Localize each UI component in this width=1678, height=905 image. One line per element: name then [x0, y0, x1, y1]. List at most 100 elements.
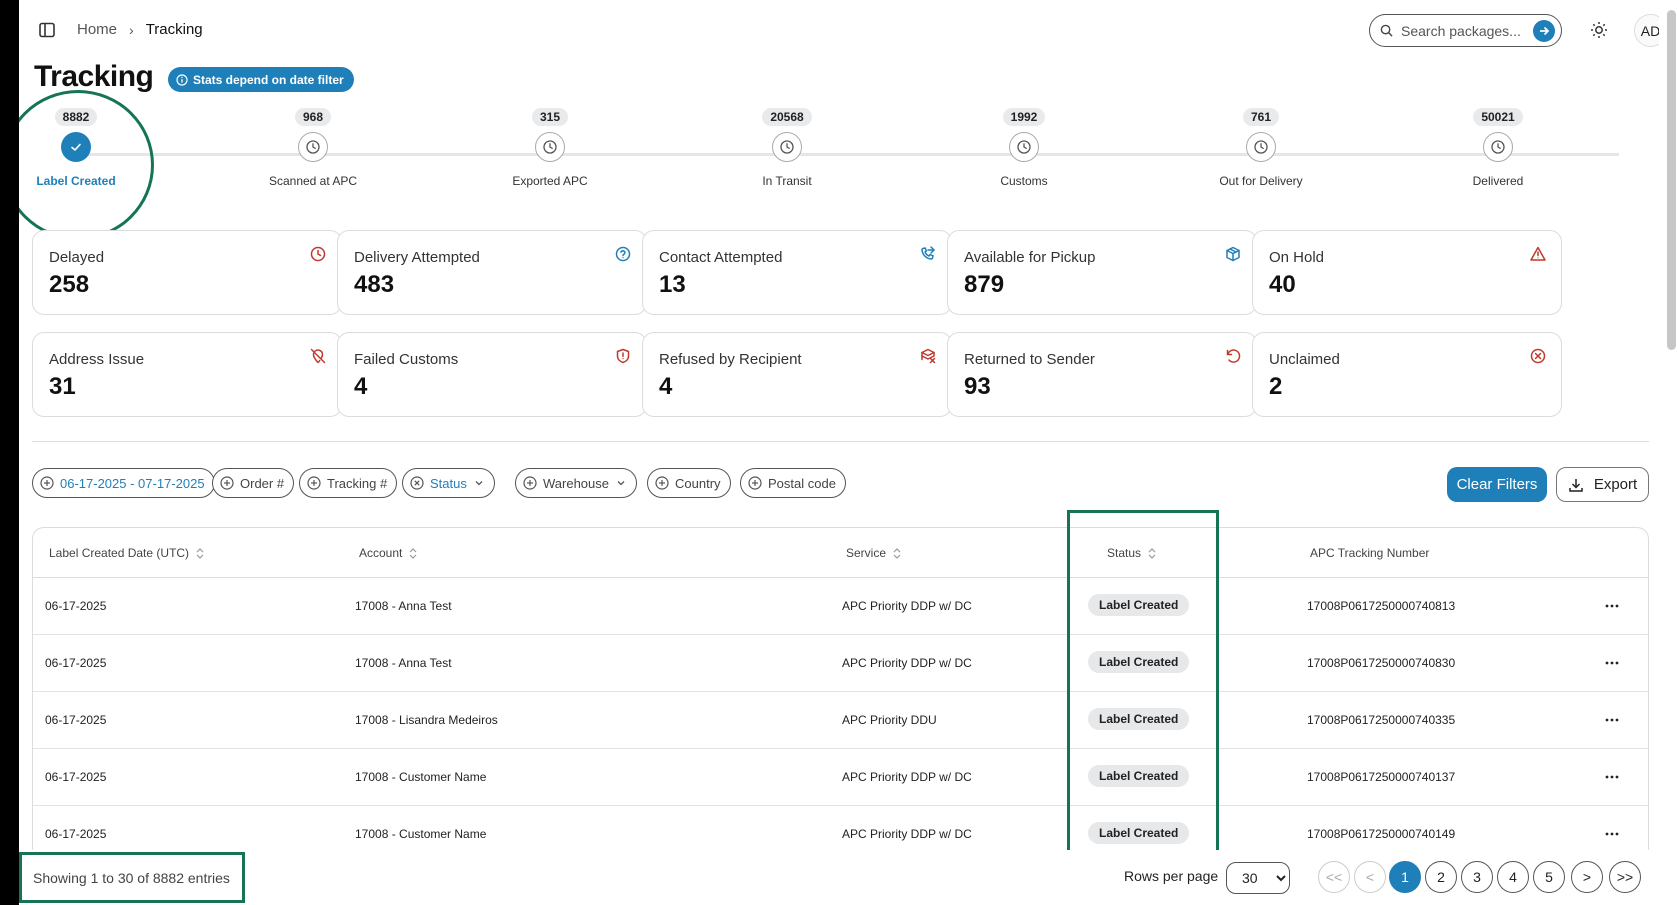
first-page-button[interactable]: << [1318, 861, 1350, 893]
stat-card-value: 258 [49, 271, 90, 298]
status-badge: Label Created [1088, 594, 1190, 616]
col-label-created-date[interactable]: Label Created Date (UTC) [49, 546, 205, 560]
postal-code-filter[interactable]: Postal code [740, 468, 846, 498]
col-label-created-date-text: Label Created Date (UTC) [49, 546, 190, 560]
info-icon [176, 73, 188, 86]
tracking-filter[interactable]: Tracking # [299, 468, 398, 498]
phone-forwarded-icon [919, 245, 937, 263]
status-filter[interactable]: Status [402, 468, 495, 498]
stat-card-value: 93 [964, 373, 991, 400]
step-scanned-at-apc[interactable]: 968 Scanned at APC [243, 108, 383, 188]
date-range-filter[interactable]: 06-17-2025 - 07-17-2025 [32, 468, 215, 498]
country-filter[interactable]: Country [647, 468, 731, 498]
table-row[interactable]: 06-17-2025 17008 - Customer Name APC Prior… [33, 749, 1648, 806]
shipments-table: Label Created Date (UTC) Account Service… [32, 527, 1649, 905]
help-circle-icon [614, 245, 632, 263]
breadcrumb: Home › Tracking [77, 21, 203, 38]
step-indicator[interactable] [298, 132, 328, 162]
step-label: Exported APC [512, 174, 588, 188]
app-window: Home › Tracking AD Tracking Stats depend… [19, 0, 1659, 905]
step-exported-apc[interactable]: 315 Exported APC [480, 108, 620, 188]
clear-filters-button[interactable]: Clear Filters [1447, 467, 1547, 502]
shield-alert-icon [614, 347, 632, 365]
step-indicator[interactable] [61, 132, 91, 162]
step-indicator[interactable] [1009, 132, 1039, 162]
col-status[interactable]: Status [1107, 546, 1157, 560]
stat-card-value: 4 [659, 373, 673, 400]
stat-card-title: Delivery Attempted [354, 249, 480, 266]
cell-account: 17008 - Customer Name [355, 770, 487, 784]
next-page-button[interactable]: > [1571, 861, 1603, 893]
clock-icon [780, 140, 794, 154]
cell-service: APC Priority DDP w/ DC [842, 770, 972, 784]
step-indicator[interactable] [1246, 132, 1276, 162]
stat-card-available-for-pickup[interactable]: Available for Pickup 879 [947, 230, 1257, 315]
stat-card-address-issue[interactable]: Address Issue 31 [32, 332, 342, 417]
step-label-created[interactable]: 8882 Label Created [19, 108, 146, 188]
cell-account: 17008 - Customer Name [355, 827, 487, 841]
sort-icon [409, 547, 417, 559]
row-actions-more-icon[interactable] [1602, 826, 1622, 842]
clear-x-circle-icon[interactable] [410, 476, 424, 490]
table-row[interactable]: 06-17-2025 17008 - Anna Test APC Priority … [33, 578, 1648, 635]
stat-card-failed-customs[interactable]: Failed Customs 4 [337, 332, 647, 417]
search-input[interactable] [1401, 22, 1529, 39]
cell-account: 17008 - Lisandra Medeiros [355, 713, 498, 727]
page-1-button[interactable]: 1 [1389, 861, 1421, 893]
row-actions-more-icon[interactable] [1602, 598, 1622, 614]
stat-card-value: 879 [964, 271, 1005, 298]
step-indicator[interactable] [1483, 132, 1513, 162]
date-range-value: 06-17-2025 - 07-17-2025 [60, 475, 205, 491]
cell-tracking-number: 17008P0617250000740335 [1307, 713, 1456, 727]
page-3-button[interactable]: 3 [1461, 861, 1493, 893]
row-actions-more-icon[interactable] [1602, 655, 1622, 671]
sort-icon [1148, 547, 1156, 559]
map-pin-off-icon [309, 347, 327, 365]
step-count: 968 [294, 108, 332, 126]
table-row[interactable]: 06-17-2025 17008 - Anna Test APC Priority … [33, 635, 1648, 692]
step-delivered[interactable]: 50021 Delivered [1428, 108, 1568, 188]
col-apc-tracking-number: APC Tracking Number [1310, 546, 1429, 560]
step-indicator[interactable] [772, 132, 802, 162]
step-count: 315 [531, 108, 569, 126]
plus-circle-icon [655, 476, 669, 490]
page-4-button[interactable]: 4 [1497, 861, 1529, 893]
clock-icon [543, 140, 557, 154]
stat-card-delivery-attempted[interactable]: Delivery Attempted 483 [337, 230, 647, 315]
stat-card-delayed[interactable]: Delayed 258 [32, 230, 342, 315]
table-row[interactable]: 06-17-2025 17008 - Lisandra Medeiros APC P… [33, 692, 1648, 749]
breadcrumb-home[interactable]: Home [77, 21, 117, 38]
col-service[interactable]: Service [846, 546, 902, 560]
stat-card-unclaimed[interactable]: Unclaimed 2 [1252, 332, 1562, 417]
page-2-button[interactable]: 2 [1425, 861, 1457, 893]
step-in-transit[interactable]: 20568 In Transit [717, 108, 857, 188]
rows-per-page-select[interactable]: 103050100 [1226, 862, 1290, 894]
row-actions-more-icon[interactable] [1602, 712, 1622, 728]
stat-card-contact-attempted[interactable]: Contact Attempted 13 [642, 230, 952, 315]
stat-card-refused-by-recipient[interactable]: Refused by Recipient 4 [642, 332, 952, 417]
warehouse-filter[interactable]: Warehouse [515, 468, 637, 498]
col-account[interactable]: Account [359, 546, 418, 560]
theme-toggle-sun-icon[interactable] [1589, 20, 1609, 40]
step-out-for-delivery[interactable]: 761 Out for Delivery [1191, 108, 1331, 188]
step-count: 1992 [1002, 108, 1046, 126]
export-label: Export [1593, 476, 1638, 493]
breadcrumb-separator: › [129, 21, 134, 38]
order-filter[interactable]: Order # [212, 468, 295, 498]
breadcrumb-current: Tracking [145, 21, 203, 38]
sidebar-toggle-icon[interactable] [37, 20, 57, 40]
step-indicator[interactable] [535, 132, 565, 162]
prev-page-button[interactable]: < [1354, 861, 1386, 893]
stat-card-returned-to-sender[interactable]: Returned to Sender 93 [947, 332, 1257, 417]
col-account-text: Account [359, 546, 403, 560]
avatar[interactable]: AD [1634, 14, 1659, 47]
page-5-button[interactable]: 5 [1533, 861, 1565, 893]
stat-card-on-hold[interactable]: On Hold 40 [1252, 230, 1562, 315]
scrollbar-thumb[interactable] [1667, 10, 1676, 350]
row-actions-more-icon[interactable] [1602, 769, 1622, 785]
search-submit-button[interactable] [1533, 20, 1555, 42]
clock-icon [309, 245, 327, 263]
export-button[interactable]: Export [1556, 467, 1649, 502]
step-customs[interactable]: 1992 Customs [954, 108, 1094, 188]
last-page-button[interactable]: >> [1609, 861, 1641, 893]
